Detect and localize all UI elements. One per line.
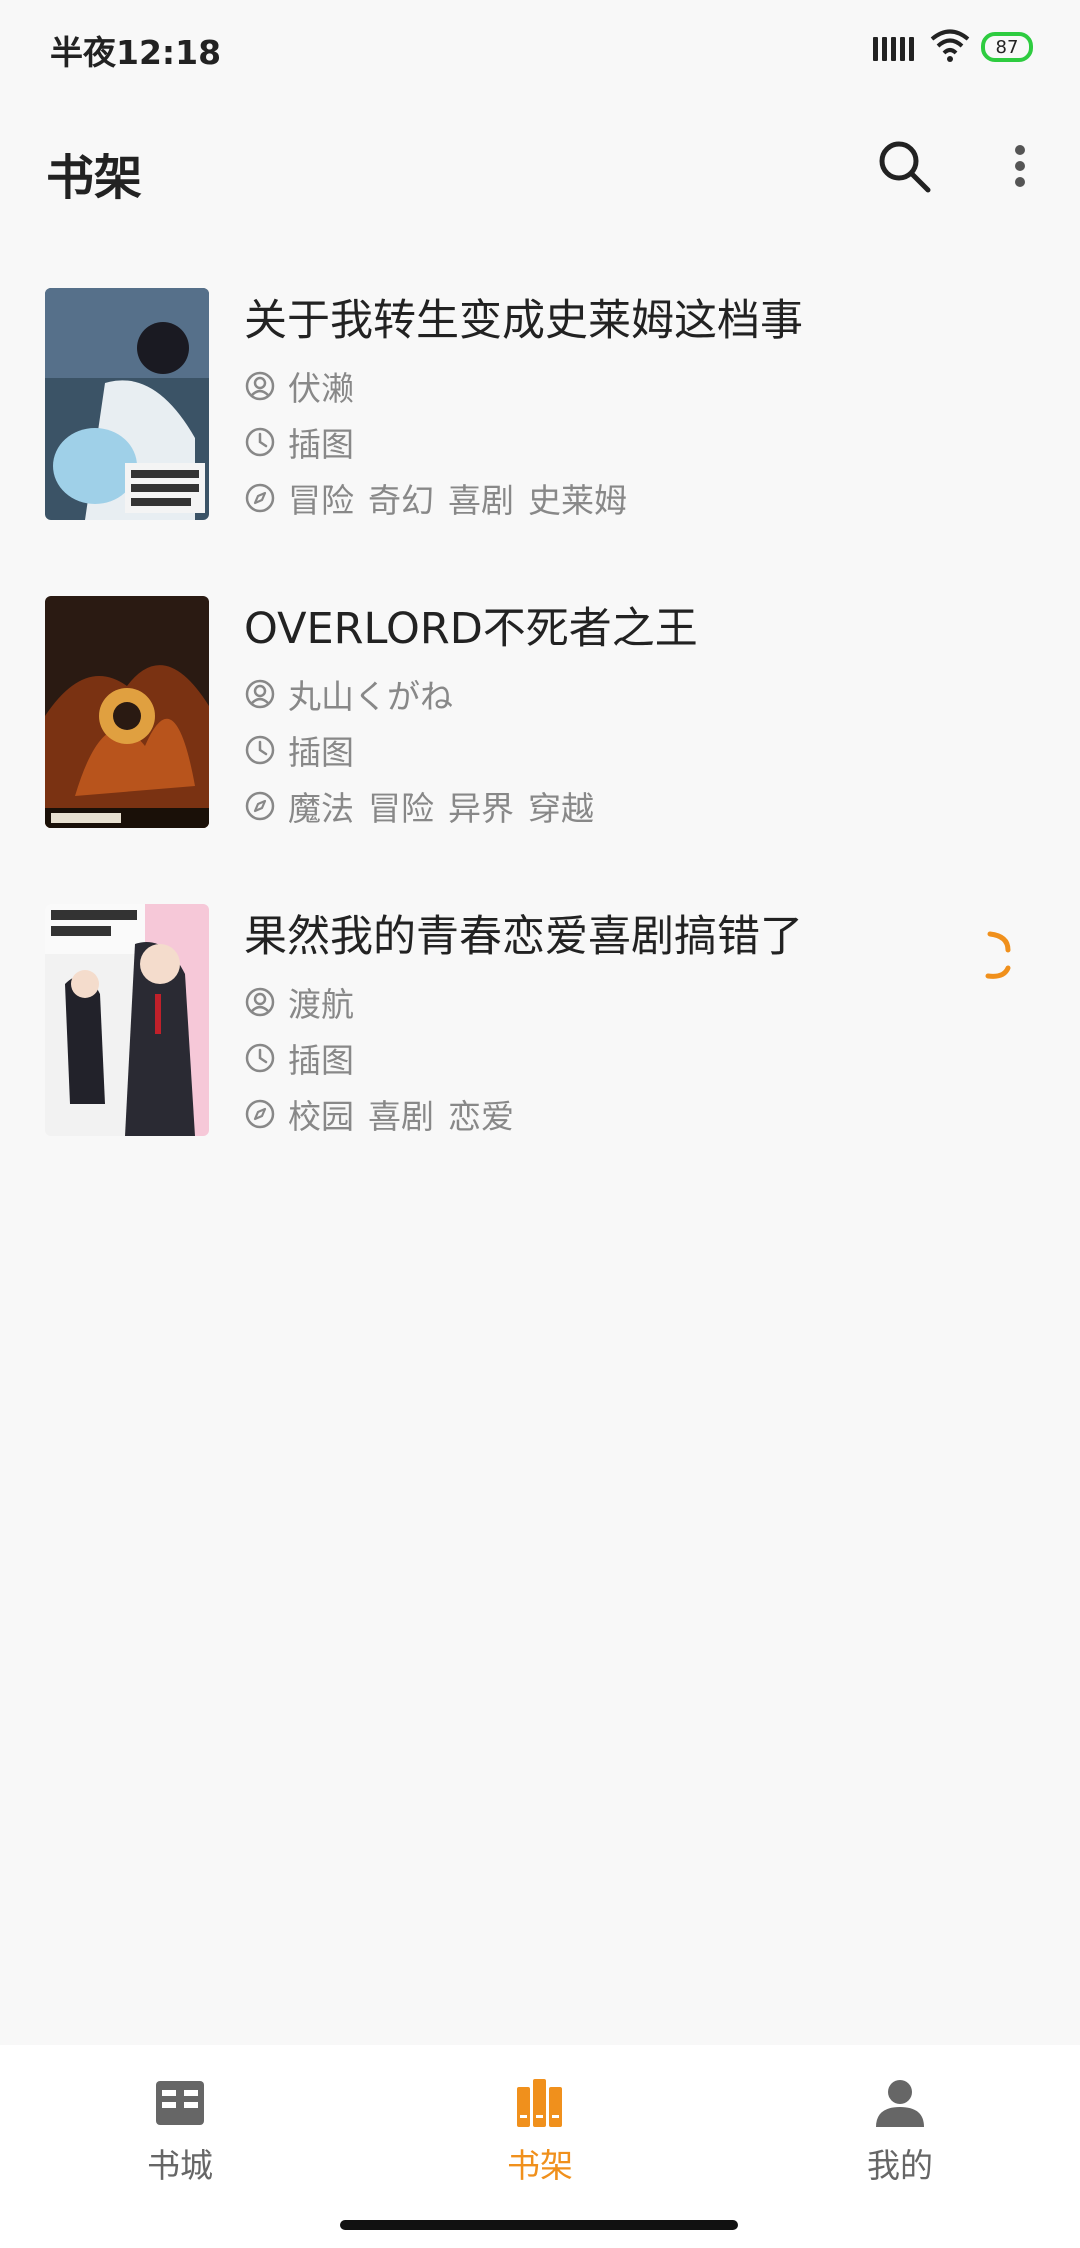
book-tags: 魔法 冒险 异界 穿越	[244, 782, 608, 830]
clock-icon	[245, 427, 275, 457]
status-text: 插图	[288, 733, 354, 772]
book-list: 关于我转生变成史莱姆这档事 伏濑 插图 冒险 奇幻 喜剧 史莱姆 OVERLOR…	[0, 270, 1080, 1194]
compass-icon	[245, 483, 275, 513]
book-status: 插图	[244, 1034, 354, 1082]
author-icon	[245, 679, 275, 709]
book-author: 丸山くがね	[244, 670, 453, 718]
search-icon[interactable]	[872, 134, 936, 198]
status-text: 插图	[288, 1041, 354, 1080]
book-status: 插图	[244, 418, 354, 466]
tag: 冒险	[288, 481, 354, 520]
compass-icon	[245, 1099, 275, 1129]
tag: 喜剧	[448, 481, 514, 520]
book-title: 果然我的青春恋爱喜剧搞错了	[244, 912, 803, 962]
bookshelf-icon	[517, 2079, 562, 2127]
person-icon	[876, 2080, 924, 2127]
book-title: OVERLORD不死者之王	[244, 604, 698, 654]
author-name: 伏濑	[288, 369, 354, 408]
home-indicator[interactable]	[340, 2220, 738, 2230]
book-item[interactable]: 关于我转生变成史莱姆这档事 伏濑 插图 冒险 奇幻 喜剧 史莱姆	[0, 270, 1080, 578]
tag: 穿越	[528, 789, 594, 828]
book-item[interactable]: OVERLORD不死者之王 丸山くがね 插图 魔法 冒险 异界 穿越	[0, 578, 1080, 886]
tag: 奇幻	[368, 481, 434, 520]
book-cover	[45, 596, 209, 828]
nav-item-bookshelf[interactable]: 书架	[440, 2073, 640, 2187]
book-status: 插图	[244, 726, 354, 774]
compass-icon	[245, 791, 275, 821]
more-vert-icon[interactable]	[1000, 134, 1040, 198]
book-tags: 冒险 奇幻 喜剧 史莱姆	[244, 474, 641, 522]
app-bar: 书架	[0, 120, 1080, 220]
status-text: 插图	[288, 425, 354, 464]
author-name: 丸山くがね	[288, 677, 453, 716]
nav-label: 我的	[867, 2146, 933, 2185]
book-cover	[45, 904, 209, 1136]
tag: 魔法	[288, 789, 354, 828]
status-bar: 半夜12:18 87	[0, 0, 1080, 96]
loading-spinner-icon	[985, 931, 1011, 979]
book-title: 关于我转生变成史莱姆这档事	[244, 296, 803, 346]
tag: 校园	[288, 1097, 354, 1136]
tag: 恋爱	[448, 1097, 514, 1136]
page-title: 书架	[46, 150, 143, 206]
book-author: 渡航	[244, 978, 354, 1026]
bottom-nav: 书城 书架 我的	[0, 2045, 1080, 2248]
author-icon	[245, 371, 275, 401]
wifi-icon	[930, 29, 970, 62]
nav-item-bookstore[interactable]: 书城	[80, 2073, 280, 2187]
book-item[interactable]: 果然我的青春恋爱喜剧搞错了 渡航 插图 校园 喜剧 恋爱	[0, 886, 1080, 1194]
tag: 异界	[448, 789, 514, 828]
tag: 冒险	[368, 789, 434, 828]
battery-indicator: 87	[981, 32, 1033, 62]
clock-icon	[245, 735, 275, 765]
nav-label: 书架	[507, 2146, 573, 2185]
tag: 史莱姆	[528, 481, 627, 520]
nav-item-profile[interactable]: 我的	[800, 2073, 1000, 2187]
nav-label: 书城	[147, 2146, 213, 2185]
book-cover	[45, 288, 209, 520]
book-open-icon	[156, 2081, 204, 2125]
author-icon	[245, 987, 275, 1017]
book-tags: 校园 喜剧 恋爱	[244, 1090, 528, 1138]
book-author: 伏濑	[244, 362, 354, 410]
signal-icon	[873, 37, 914, 61]
status-time: 半夜12:18	[50, 33, 222, 72]
tag: 喜剧	[368, 1097, 434, 1136]
clock-icon	[245, 1043, 275, 1073]
author-name: 渡航	[288, 985, 354, 1024]
